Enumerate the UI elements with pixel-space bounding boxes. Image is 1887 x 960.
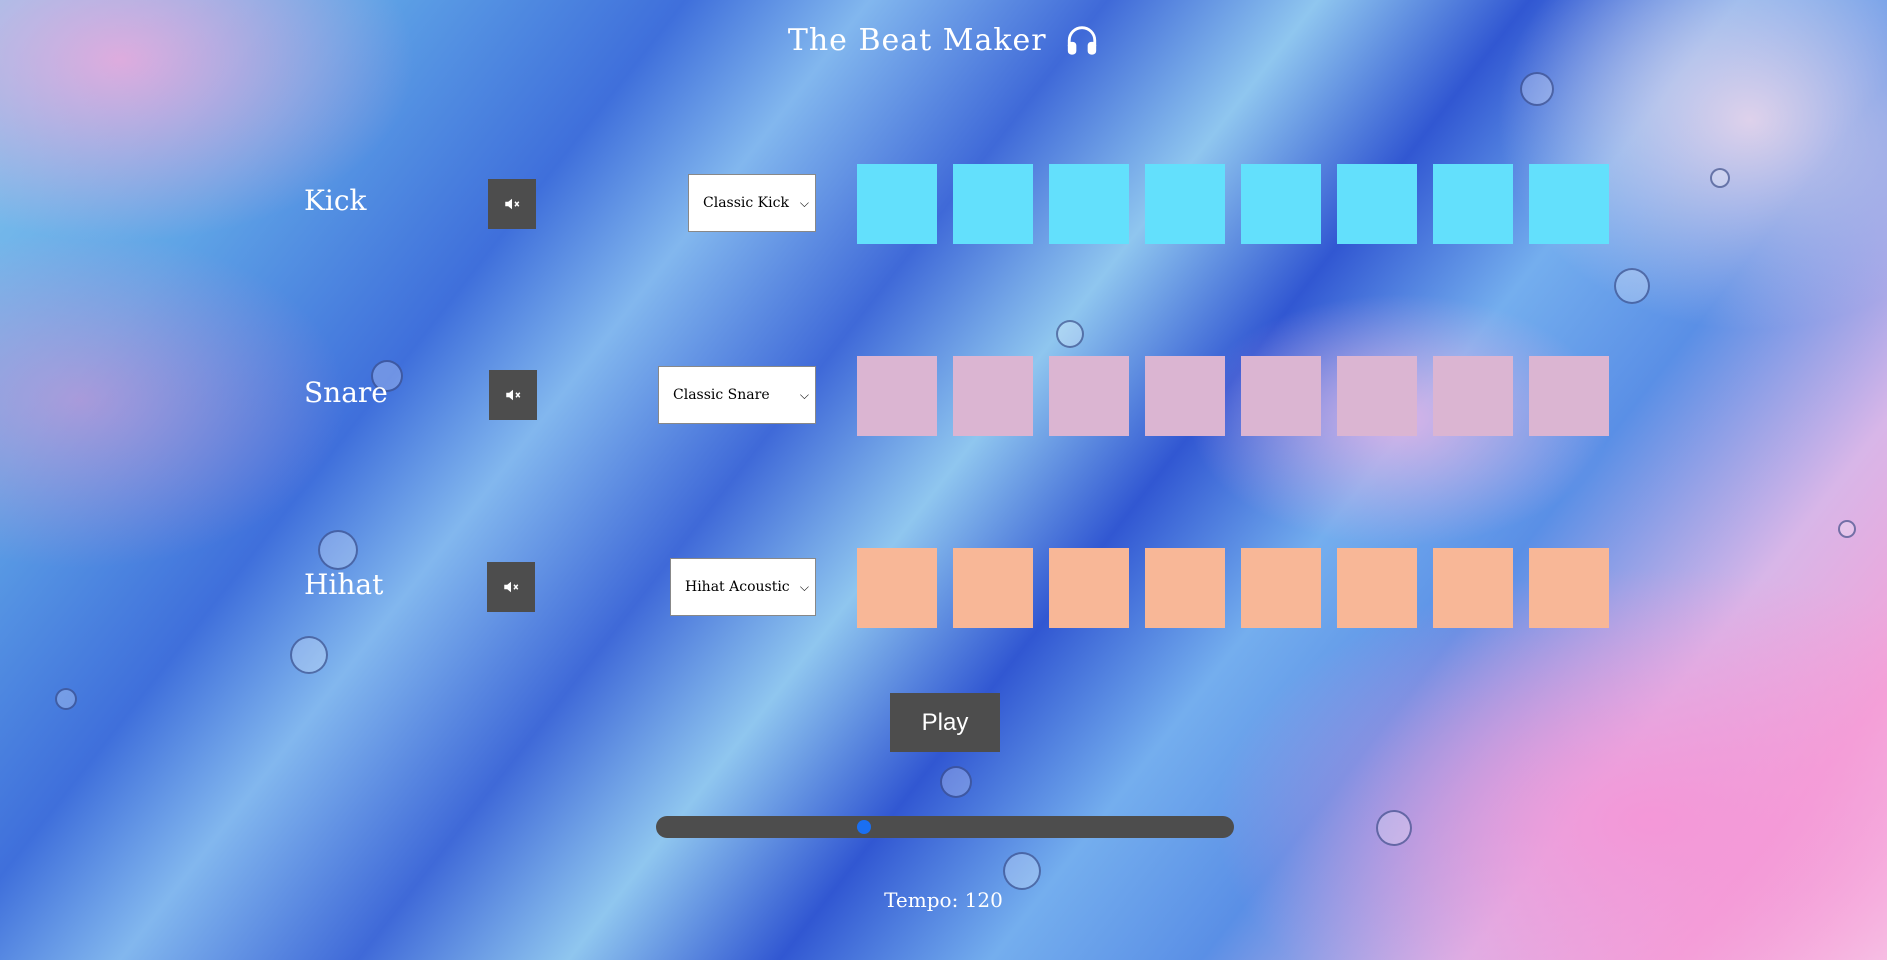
pad-kick-2[interactable]: [953, 164, 1033, 244]
sound-select-kick-value: Classic Kick: [703, 195, 789, 211]
mute-speaker-icon: [504, 581, 519, 593]
chevron-down-icon: ⌵: [799, 579, 809, 594]
tempo-slider[interactable]: [656, 816, 1234, 838]
app-title: The Beat Maker: [0, 22, 1887, 58]
sound-select-hihat[interactable]: Hihat Acoustic ⌵: [670, 558, 816, 616]
pad-hihat-4[interactable]: [1145, 548, 1225, 628]
mute-speaker-icon: [505, 198, 520, 210]
track-label-snare: Snare: [304, 376, 388, 409]
app-title-text: The Beat Maker: [787, 23, 1047, 58]
mute-speaker-icon: [506, 389, 521, 401]
mute-button-snare[interactable]: [489, 370, 537, 420]
pad-hihat-8[interactable]: [1529, 548, 1609, 628]
pad-row-kick: [857, 164, 1609, 244]
tempo-slider-thumb[interactable]: [857, 820, 872, 834]
track-label-kick: Kick: [304, 184, 367, 217]
pad-hihat-7[interactable]: [1433, 548, 1513, 628]
sound-select-snare-value: Classic Snare: [673, 387, 770, 403]
pad-row-hihat: [857, 548, 1609, 628]
pad-snare-5[interactable]: [1241, 356, 1321, 436]
pad-snare-6[interactable]: [1337, 356, 1417, 436]
sound-select-snare[interactable]: Classic Snare ⌵: [658, 366, 816, 424]
pad-snare-7[interactable]: [1433, 356, 1513, 436]
mute-button-hihat[interactable]: [487, 562, 535, 612]
pad-hihat-2[interactable]: [953, 548, 1033, 628]
pad-hihat-1[interactable]: [857, 548, 937, 628]
pad-snare-4[interactable]: [1145, 356, 1225, 436]
chevron-down-icon: ⌵: [799, 195, 809, 210]
pad-kick-1[interactable]: [857, 164, 937, 244]
pad-snare-8[interactable]: [1529, 356, 1609, 436]
pad-kick-6[interactable]: [1337, 164, 1417, 244]
chevron-down-icon: ⌵: [799, 387, 809, 402]
pad-kick-3[interactable]: [1049, 164, 1129, 244]
pad-kick-5[interactable]: [1241, 164, 1321, 244]
play-button[interactable]: Play: [890, 693, 1000, 752]
pad-kick-8[interactable]: [1529, 164, 1609, 244]
pad-snare-1[interactable]: [857, 356, 937, 436]
track-label-hihat: Hihat: [304, 568, 384, 601]
sound-select-kick[interactable]: Classic Kick ⌵: [688, 174, 816, 232]
pad-snare-3[interactable]: [1049, 356, 1129, 436]
tempo-readout: Tempo: 120: [884, 888, 1003, 912]
pad-row-snare: [857, 356, 1609, 436]
headphones-icon: [1067, 26, 1097, 55]
mute-button-kick[interactable]: [488, 179, 536, 229]
pad-kick-4[interactable]: [1145, 164, 1225, 244]
pad-snare-2[interactable]: [953, 356, 1033, 436]
pad-hihat-6[interactable]: [1337, 548, 1417, 628]
pad-hihat-3[interactable]: [1049, 548, 1129, 628]
pad-hihat-5[interactable]: [1241, 548, 1321, 628]
sound-select-hihat-value: Hihat Acoustic: [685, 579, 790, 595]
pad-kick-7[interactable]: [1433, 164, 1513, 244]
